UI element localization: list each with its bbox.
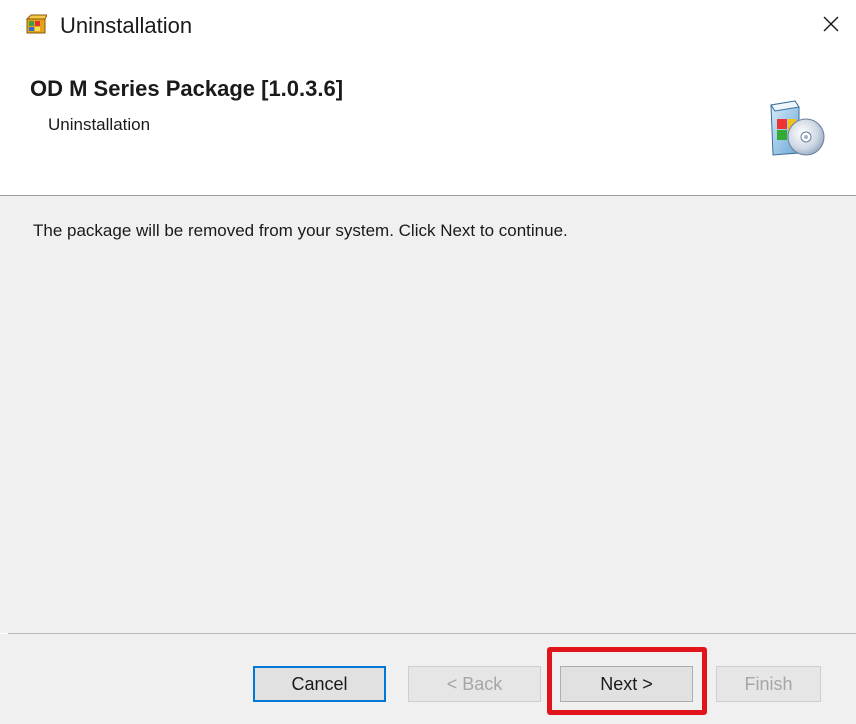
package-title: OD M Series Package [1.0.3.6] (30, 76, 344, 101)
instruction-text: The package will be removed from your sy… (33, 221, 568, 240)
close-button[interactable] (806, 0, 856, 52)
close-icon (822, 15, 840, 38)
title-bar: Uninstallation (0, 0, 856, 52)
finish-button[interactable]: Finish (716, 666, 821, 702)
wizard-content: The package will be removed from your sy… (0, 196, 856, 633)
uninstall-dialog: Uninstallation OD M Series Package [1.0.… (0, 0, 856, 724)
software-box-cd-icon (765, 97, 827, 159)
window-title: Uninstallation (60, 13, 193, 38)
step-subtitle: Uninstallation (48, 115, 151, 134)
package-box-icon (25, 13, 48, 35)
wizard-header: OD M Series Package [1.0.3.6] Uninstalla… (0, 52, 856, 195)
next-button[interactable]: Next > (560, 666, 693, 702)
back-button[interactable]: < Back (408, 666, 541, 702)
button-bar: Cancel < Back Next > Finish (0, 634, 856, 724)
cancel-button[interactable]: Cancel (253, 666, 386, 702)
